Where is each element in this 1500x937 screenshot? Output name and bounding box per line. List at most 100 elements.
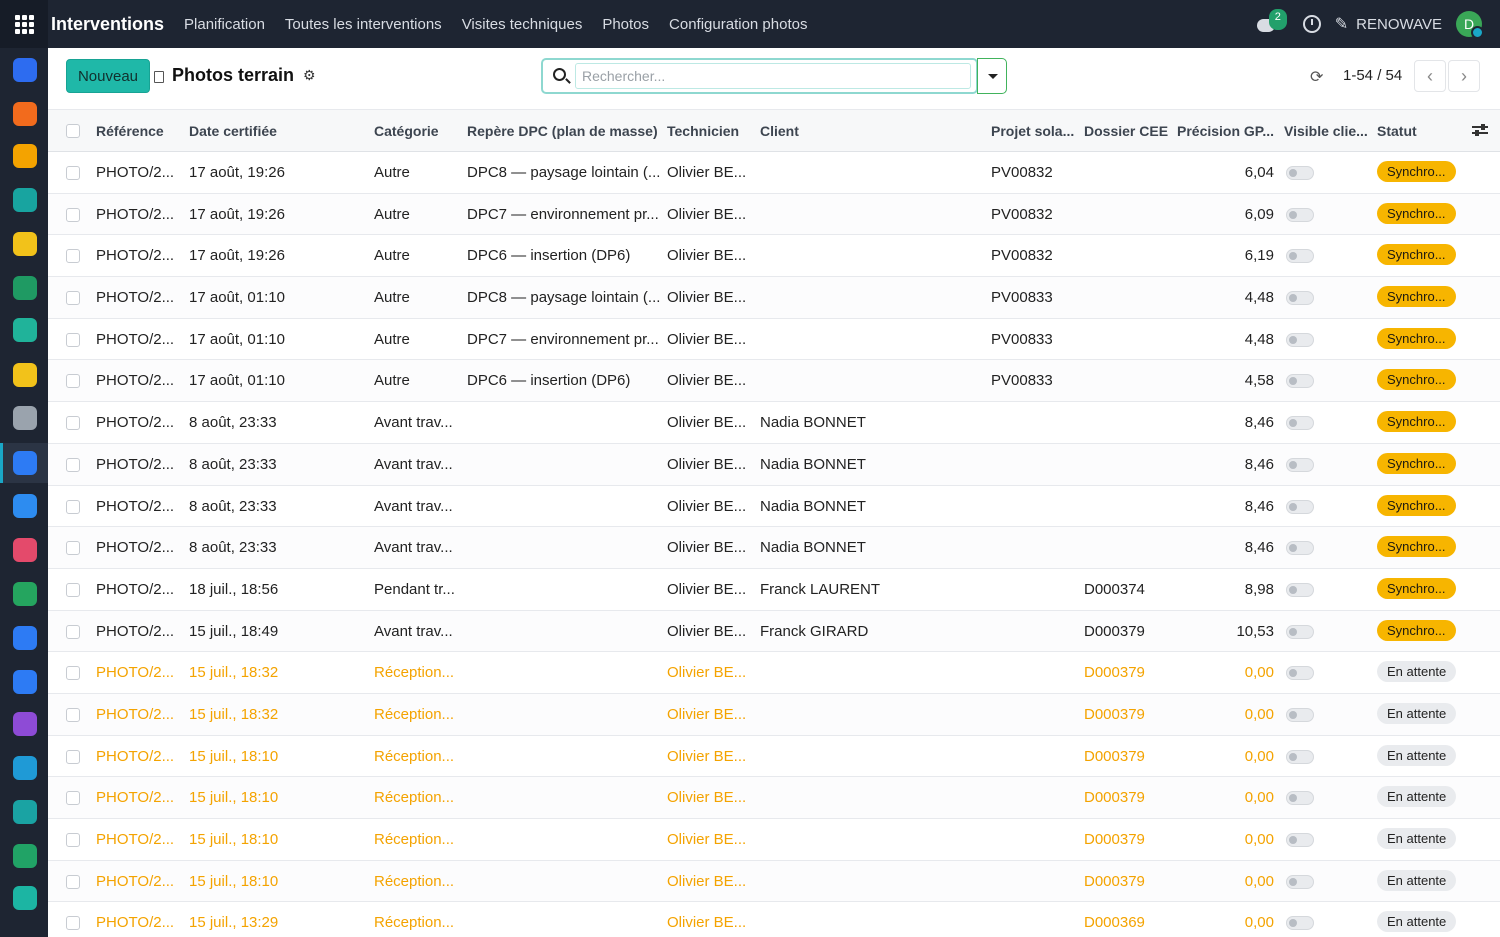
app-icon-1[interactable] — [13, 58, 37, 82]
visible-client-toggle[interactable] — [1286, 541, 1314, 556]
app-icon-15[interactable] — [13, 670, 37, 694]
table-row[interactable]: PHOTO/2... 15 juil., 18:32 Réception... Oli… — [48, 652, 1500, 694]
column-settings-icon[interactable] — [1472, 123, 1488, 137]
table-row[interactable]: PHOTO/2... 8 août, 23:33 Avant trav... Oliv… — [48, 486, 1500, 528]
row-checkbox[interactable] — [66, 833, 80, 847]
table-row[interactable]: PHOTO/2... 18 juil., 18:56 Pendant tr... Ol… — [48, 569, 1500, 611]
visible-client-toggle[interactable] — [1286, 624, 1314, 639]
app-icon-16[interactable] — [13, 712, 37, 736]
dashboard-icon[interactable] — [13, 538, 37, 562]
table-row[interactable]: PHOTO/2... 15 juil., 18:10 Réception... Oli… — [48, 777, 1500, 819]
row-checkbox[interactable] — [66, 541, 80, 556]
header-visible-client[interactable]: Visible clie... — [1284, 123, 1368, 139]
table-row[interactable]: PHOTO/2... 15 juil., 13:29 Réception... Oli… — [48, 902, 1500, 937]
table-row[interactable]: PHOTO/2... 8 août, 23:33 Avant trav... Oliv… — [48, 443, 1500, 486]
visible-client-toggle[interactable] — [1286, 166, 1314, 180]
table-row[interactable]: PHOTO/2... 17 août, 19:26 Autre DPC6 — inse… — [48, 235, 1500, 278]
row-checkbox[interactable] — [66, 457, 80, 472]
menu-configuration-photos[interactable]: Configuration photos — [669, 16, 807, 33]
menu-toutes-interventions[interactable]: Toutes les interventions — [285, 16, 442, 33]
pager-value[interactable]: 1-54 / 54 — [1343, 67, 1402, 84]
visible-client-toggle[interactable] — [1286, 916, 1314, 931]
active-app-icon[interactable] — [13, 451, 37, 475]
row-checkbox[interactable] — [66, 707, 80, 722]
company-switcher[interactable]: RENOWAVE — [1356, 16, 1442, 33]
row-checkbox[interactable] — [66, 416, 80, 431]
visible-client-toggle[interactable] — [1286, 791, 1314, 806]
header-precision-gps[interactable]: Précision GP... — [1177, 123, 1274, 139]
visible-client-toggle[interactable] — [1286, 332, 1314, 347]
row-checkbox[interactable] — [66, 374, 80, 389]
search-input[interactable] — [575, 63, 971, 89]
magic-wand-icon[interactable]: ✎ — [1335, 14, 1348, 34]
visible-client-toggle[interactable] — [1286, 291, 1314, 306]
disc-icon[interactable] — [13, 232, 37, 256]
row-checkbox[interactable] — [66, 332, 80, 347]
app-icon-17[interactable] — [13, 756, 37, 780]
table-row[interactable]: PHOTO/2... 8 août, 23:33 Avant trav... Oliv… — [48, 527, 1500, 569]
planner-icon[interactable] — [13, 494, 37, 518]
visible-client-toggle[interactable] — [1286, 833, 1314, 847]
gear-icon[interactable]: ⚙ — [303, 67, 316, 84]
refresh-icon[interactable]: ⟳ — [1310, 67, 1323, 87]
visible-client-toggle[interactable] — [1286, 707, 1314, 722]
header-technicien[interactable]: Technicien — [667, 123, 739, 139]
header-reference[interactable]: Référence — [96, 123, 164, 139]
app-brand[interactable]: Interventions — [51, 14, 164, 35]
sign-icon[interactable] — [13, 188, 37, 212]
table-row[interactable]: PHOTO/2... 17 août, 01:10 Autre DPC6 — inse… — [48, 360, 1500, 403]
visible-client-toggle[interactable] — [1286, 666, 1314, 681]
header-client[interactable]: Client — [760, 123, 799, 139]
table-row[interactable]: PHOTO/2... 17 août, 01:10 Autre DPC8 — pays… — [48, 277, 1500, 319]
visible-client-toggle[interactable] — [1286, 207, 1314, 222]
disc-icon-2[interactable] — [13, 363, 37, 387]
header-repere-dpc[interactable]: Repère DPC (plan de masse) — [467, 123, 658, 139]
visible-client-toggle[interactable] — [1286, 874, 1314, 889]
visible-client-toggle[interactable] — [1286, 374, 1314, 389]
row-checkbox[interactable] — [66, 291, 80, 306]
search-options-toggle[interactable] — [977, 58, 1007, 94]
row-checkbox[interactable] — [66, 916, 80, 931]
header-projet-solaire[interactable]: Projet sola... — [991, 123, 1074, 139]
contact-icon[interactable] — [13, 276, 37, 300]
app-icon-2[interactable] — [13, 102, 37, 126]
user-avatar[interactable]: D — [1456, 11, 1484, 39]
visible-client-toggle[interactable] — [1286, 582, 1314, 597]
row-checkbox[interactable] — [66, 666, 80, 681]
row-checkbox[interactable] — [66, 874, 80, 889]
activity-clock-icon[interactable] — [1302, 15, 1321, 33]
table-row[interactable]: PHOTO/2... 15 juil., 18:32 Réception... Oli… — [48, 693, 1500, 736]
menu-planification[interactable]: Planification — [184, 16, 265, 33]
select-all-checkbox[interactable] — [66, 124, 80, 138]
header-date-certifiee[interactable]: Date certifiée — [189, 123, 277, 139]
pager-next-button[interactable]: › — [1448, 60, 1480, 92]
table-row[interactable]: PHOTO/2... 15 juil., 18:10 Réception... Oli… — [48, 819, 1500, 861]
row-checkbox[interactable] — [66, 624, 80, 639]
table-row[interactable]: PHOTO/2... 17 août, 19:26 Autre DPC7 — envi… — [48, 193, 1500, 236]
menu-photos[interactable]: Photos — [602, 16, 649, 33]
visible-client-toggle[interactable] — [1286, 749, 1314, 764]
calendar-icon[interactable] — [13, 626, 37, 650]
pager-previous-button[interactable]: ‹ — [1414, 60, 1446, 92]
header-statut[interactable]: Statut — [1377, 123, 1417, 139]
table-row[interactable]: PHOTO/2... 17 août, 01:10 Autre DPC7 — envi… — [48, 319, 1500, 361]
visible-client-toggle[interactable] — [1286, 249, 1314, 264]
team-icon[interactable] — [13, 800, 37, 824]
row-checkbox[interactable] — [66, 582, 80, 597]
table-row[interactable]: PHOTO/2... 15 juil., 18:10 Réception... Oli… — [48, 736, 1500, 778]
table-row[interactable]: PHOTO/2... 15 juil., 18:10 Réception... Oli… — [48, 860, 1500, 903]
row-checkbox[interactable] — [66, 749, 80, 764]
row-checkbox[interactable] — [66, 207, 80, 222]
visible-client-toggle[interactable] — [1286, 416, 1314, 431]
row-checkbox[interactable] — [66, 166, 80, 180]
bank-icon[interactable] — [13, 406, 37, 430]
row-checkbox[interactable] — [66, 249, 80, 264]
apps-menu-button[interactable] — [0, 0, 48, 48]
menu-visites-techniques[interactable]: Visites techniques — [462, 16, 583, 33]
header-dossier-cee[interactable]: Dossier CEE — [1084, 123, 1168, 139]
rocket-icon[interactable] — [13, 318, 37, 342]
chat-icon[interactable]: 2 — [1256, 9, 1287, 33]
row-checkbox[interactable] — [66, 791, 80, 806]
pencil-icon[interactable] — [13, 886, 37, 910]
app-icon-13[interactable] — [13, 582, 37, 606]
